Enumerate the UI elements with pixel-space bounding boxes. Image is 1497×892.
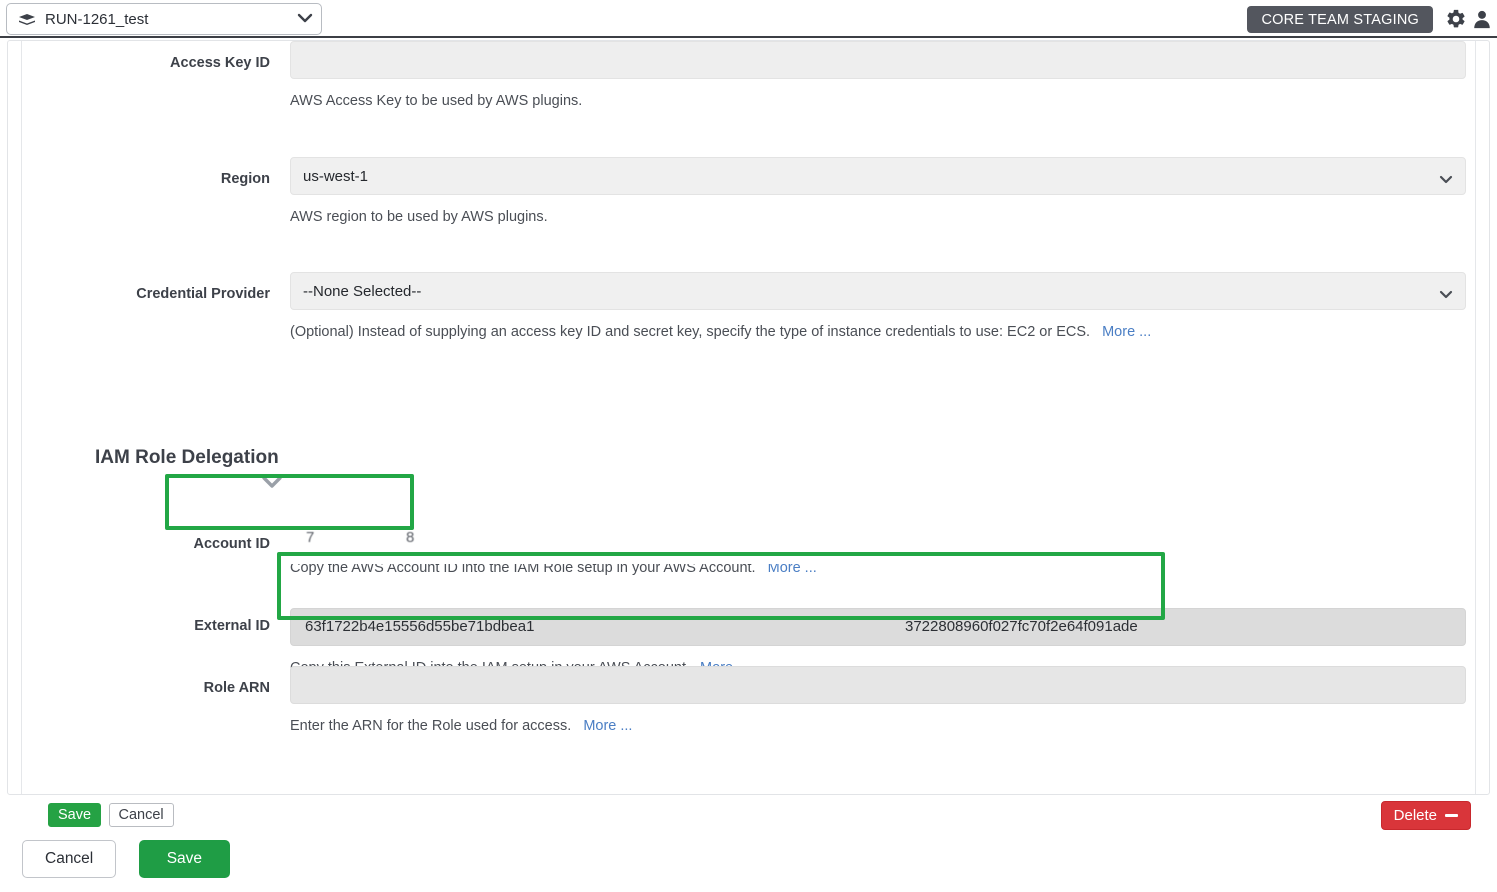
role-arn-help-text: Enter the ARN for the Role used for acce…: [290, 718, 572, 734]
external-id-label: External ID: [194, 618, 270, 634]
chevron-down-icon: [1439, 171, 1453, 188]
credential-provider-label: Credential Provider: [136, 286, 270, 302]
credential-provider-select-value: --None Selected--: [303, 282, 422, 300]
external-id-value-end: 3722808960f027fc70f2e64f091ade: [905, 618, 1138, 635]
external-id-value[interactable]: 63f1722b4e15556d55be71bdbea1 3722808960f…: [290, 608, 1466, 646]
inline-save-button[interactable]: Save: [48, 803, 102, 827]
account-id-control: 7 8 Copy the AWS Account ID into the IAM…: [290, 526, 1466, 576]
region-select[interactable]: us-west-1: [290, 157, 1466, 195]
credential-provider-control: --None Selected-- (Optional) Instead of …: [290, 272, 1466, 340]
boxes-icon: [17, 12, 37, 28]
region-control: us-west-1 AWS region to be used by AWS p…: [290, 157, 1466, 225]
app-selector[interactable]: RUN-1261_test: [6, 3, 322, 35]
delete-button-label: Delete: [1393, 807, 1437, 824]
account-id-label: Account ID: [193, 536, 270, 552]
gear-icon[interactable]: [1445, 8, 1467, 30]
credential-provider-more-link[interactable]: More ...: [1102, 324, 1151, 340]
chevron-down-icon: [297, 10, 313, 28]
region-help-text: AWS region to be used by AWS plugins.: [290, 209, 548, 225]
top-bar: RUN-1261_test CORE TEAM STAGING: [0, 0, 1497, 38]
access-key-id-input[interactable]: [290, 41, 1466, 79]
access-key-id-help: AWS Access Key to be used by AWS plugins…: [290, 93, 1466, 109]
account-id-value-end: 8: [406, 529, 415, 546]
iam-role-delegation-title: IAM Role Delegation: [95, 447, 279, 468]
settings-panel: Access Key ID AWS Access Key to be used …: [7, 40, 1490, 830]
access-key-id-control: AWS Access Key to be used by AWS plugins…: [290, 41, 1466, 109]
account-id-value-start: 7: [306, 529, 315, 546]
save-button[interactable]: Save: [138, 840, 231, 878]
footer-action-bar: Cancel Save: [22, 840, 231, 878]
account-id-value: 7 8: [290, 526, 1466, 564]
chevron-down-icon: [1439, 286, 1453, 303]
region-label: Region: [220, 171, 270, 187]
chevron-down-icon[interactable]: [261, 475, 283, 494]
region-help: AWS region to be used by AWS plugins.: [290, 209, 1466, 225]
app-name-label: RUN-1261_test: [45, 10, 149, 28]
inline-cancel-button[interactable]: Cancel: [108, 803, 174, 827]
delete-button[interactable]: Delete: [1380, 801, 1471, 830]
credential-provider-select[interactable]: --None Selected--: [290, 272, 1466, 310]
role-arn-control: Enter the ARN for the Role used for acce…: [290, 666, 1466, 734]
role-arn-more-link[interactable]: More ...: [583, 718, 632, 734]
external-id-value-start: 63f1722b4e15556d55be71bdbea1: [305, 618, 535, 635]
minus-icon: [1445, 814, 1458, 817]
region-select-value: us-west-1: [303, 167, 369, 185]
credential-provider-help-text: (Optional) Instead of supplying an acces…: [290, 324, 1091, 340]
access-key-id-label: Access Key ID: [170, 55, 270, 71]
environment-badge[interactable]: CORE TEAM STAGING: [1247, 6, 1433, 33]
inline-action-bar: Save Cancel: [48, 803, 174, 827]
role-arn-help: Enter the ARN for the Role used for acce…: [290, 718, 1466, 734]
user-icon[interactable]: [1471, 7, 1493, 31]
credential-provider-help: (Optional) Instead of supplying an acces…: [290, 324, 1466, 340]
access-key-id-help-text: AWS Access Key to be used by AWS plugins…: [290, 93, 583, 109]
settings-form-panel: Access Key ID AWS Access Key to be used …: [21, 41, 1476, 794]
role-arn-input[interactable]: [290, 666, 1466, 704]
role-arn-label: Role ARN: [203, 680, 270, 696]
cancel-button[interactable]: Cancel: [22, 840, 117, 878]
